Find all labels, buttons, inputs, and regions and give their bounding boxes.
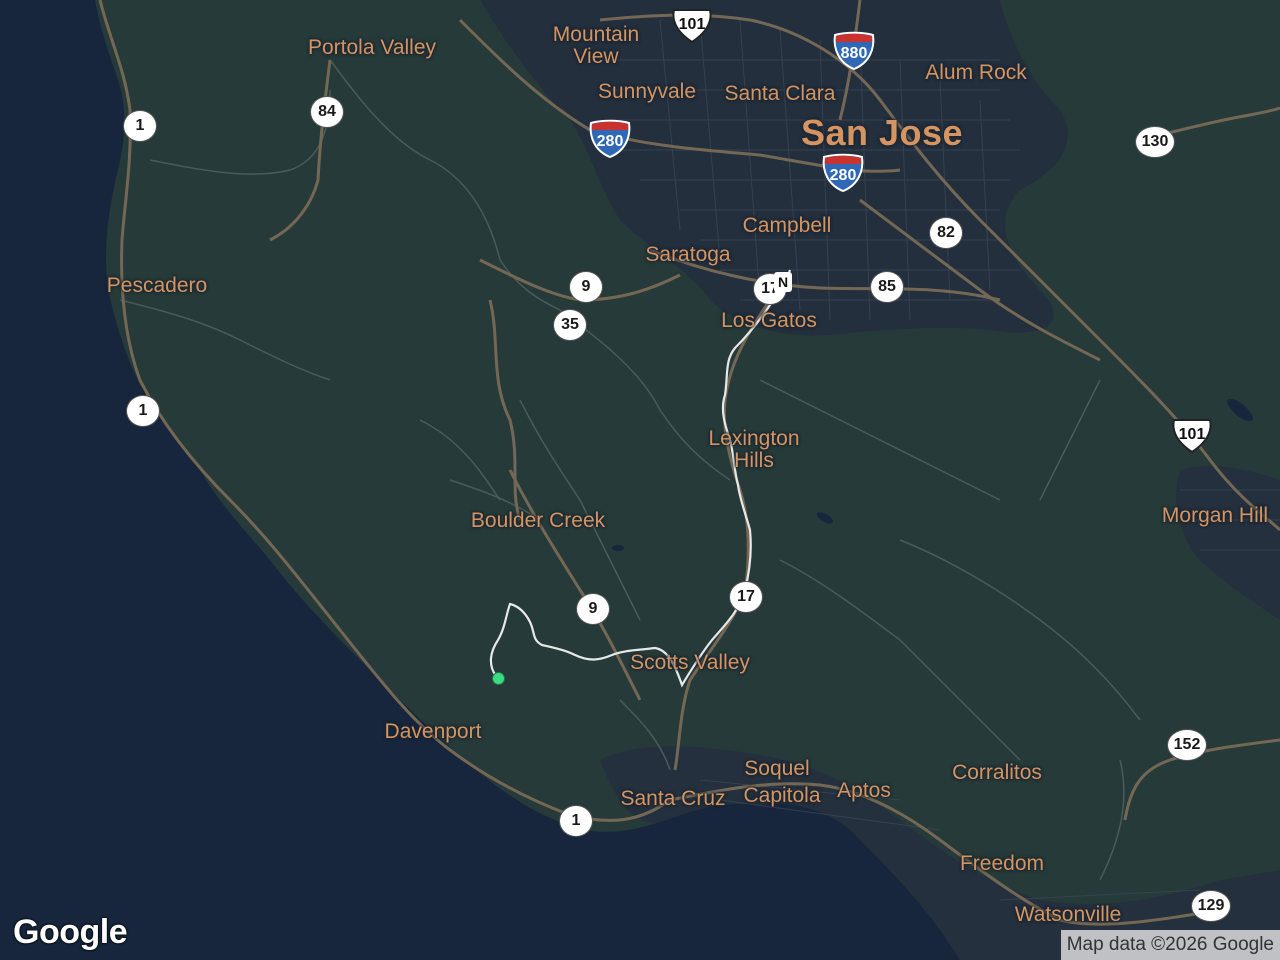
- place-saratoga: Saratoga: [645, 242, 731, 266]
- place-santa-clara: Santa Clara: [724, 81, 836, 105]
- place-morgan-hill: Morgan Hill: [1161, 503, 1269, 527]
- route-9-shield: 9: [576, 593, 610, 625]
- google-logo[interactable]: Google: [13, 913, 128, 952]
- map-base-layer: [0, 0, 1280, 960]
- route-9-shield: 9: [569, 271, 603, 303]
- route-82-shield: 82: [929, 217, 963, 249]
- place-scotts-valley: Scotts Valley: [630, 650, 750, 674]
- place-freedom: Freedom: [959, 851, 1045, 875]
- route-130-shield: 130: [1135, 126, 1175, 158]
- place-campbell: Campbell: [742, 213, 832, 237]
- us-101-shield: 101: [1171, 418, 1213, 454]
- route-1-shield: 1: [559, 805, 593, 837]
- us-101-shield: 101: [671, 8, 713, 44]
- place-alum-rock: Alum Rock: [925, 60, 1027, 84]
- map-canvas[interactable]: Portola Valley Mountain View Sunnyvale S…: [0, 0, 1280, 960]
- place-san-jose: San Jose: [800, 112, 964, 154]
- route-35-shield: 35: [553, 309, 587, 341]
- place-davenport: Davenport: [384, 719, 482, 743]
- place-lexington-hills: Lexington Hills: [708, 426, 800, 472]
- place-portola-valley: Portola Valley: [307, 35, 437, 59]
- route-17-shield: 17: [729, 581, 763, 613]
- route-1-shield: 1: [126, 395, 160, 427]
- place-los-gatos: Los Gatos: [721, 308, 817, 332]
- place-aptos: Aptos: [837, 778, 891, 802]
- place-watsonville: Watsonville: [1014, 902, 1122, 926]
- map-attribution[interactable]: Map data ©2026 Google: [1060, 930, 1280, 960]
- interstate-280-shield: 280: [820, 153, 866, 193]
- route-1-shield: 1: [123, 110, 157, 142]
- place-sunnyvale: Sunnyvale: [597, 79, 697, 103]
- place-santa-cruz: Santa Cruz: [620, 786, 726, 810]
- place-pescadero: Pescadero: [106, 273, 208, 297]
- route-85-shield: 85: [870, 271, 904, 303]
- place-boulder-creek: Boulder Creek: [470, 508, 606, 532]
- route-129-shield: 129: [1191, 890, 1231, 922]
- interstate-280-shield: 280: [587, 119, 633, 159]
- place-capitola: Capitola: [743, 783, 821, 807]
- route-152-shield: 152: [1167, 729, 1207, 761]
- place-corralitos: Corralitos: [952, 760, 1042, 784]
- place-soquel: Soquel: [744, 756, 810, 780]
- route-84-shield: 84: [310, 96, 344, 128]
- route-start-marker[interactable]: [492, 672, 505, 685]
- place-mountain-view: Mountain View: [552, 22, 640, 68]
- interstate-880-shield: 880: [831, 31, 877, 71]
- north-marker[interactable]: N: [774, 272, 792, 292]
